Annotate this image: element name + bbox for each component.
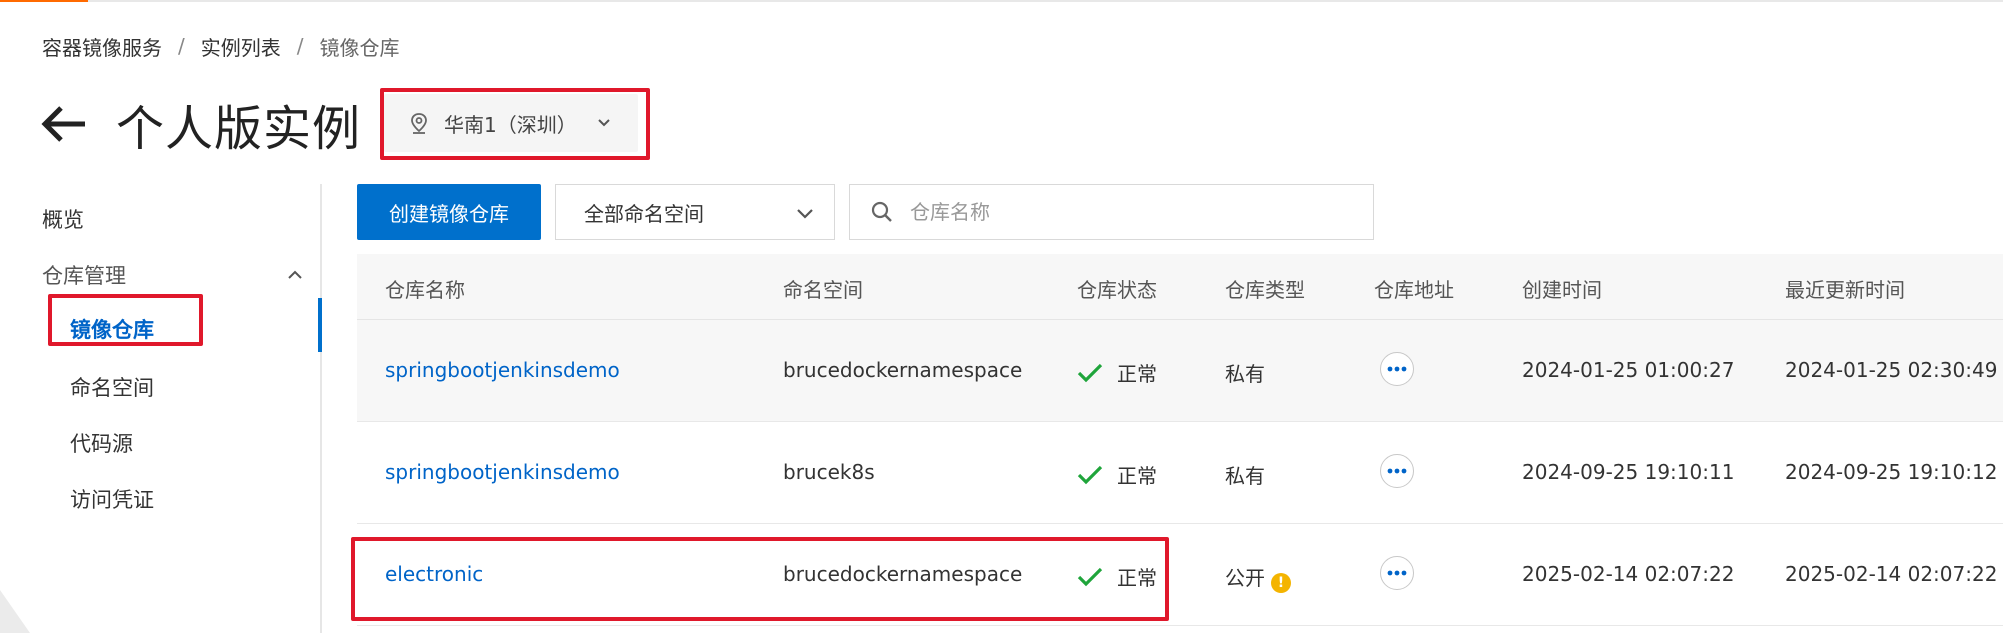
repo-status: 正常 (1077, 562, 1157, 591)
title-row: 个人版实例 (40, 88, 361, 160)
check-icon (1077, 363, 1103, 382)
sidebar-item-code-source[interactable]: 代码源 (70, 428, 133, 458)
back-arrow-icon[interactable] (40, 100, 88, 148)
sidebar-item-image-repo[interactable]: 镜像仓库 (70, 314, 154, 344)
repo-name-link[interactable]: springbootjenkinsdemo (385, 460, 620, 484)
repo-created-time: 2025-02-14 02:07:22 (1522, 562, 1735, 586)
repo-status-text: 正常 (1117, 362, 1157, 386)
repo-updated-time: 2024-01-25 02:30:49 (1785, 358, 1998, 382)
repo-search-input[interactable] (910, 200, 1350, 224)
repo-status: 正常 (1077, 358, 1157, 387)
sidebar-group-repo-management[interactable]: 仓库管理 (42, 260, 304, 290)
sidebar-item-overview[interactable]: 概览 (42, 204, 84, 234)
chevron-down-icon (598, 119, 610, 127)
ellipsis-icon (1387, 570, 1407, 576)
breadcrumb-item-instances[interactable]: 实例列表 (201, 32, 281, 61)
repo-status-text: 正常 (1117, 566, 1157, 590)
repo-address-more-button[interactable] (1380, 352, 1414, 386)
sidebar-item-access-credential[interactable]: 访问凭证 (70, 484, 154, 514)
repo-type-text: 公开 (1225, 566, 1265, 590)
table-header: 仓库名称 命名空间 仓库状态 仓库类型 仓库地址 创建时间 最近更新时间 (357, 254, 2003, 320)
region-select[interactable]: 华南1（深圳） (384, 94, 638, 152)
repo-search-box (849, 184, 1374, 240)
create-repo-button[interactable]: 创建镜像仓库 (357, 184, 541, 240)
location-pin-icon (411, 113, 427, 134)
warning-icon[interactable]: ! (1271, 573, 1291, 593)
column-header-namespace: 命名空间 (783, 278, 863, 302)
repo-namespace: brucek8s (783, 460, 875, 484)
check-icon (1077, 567, 1103, 586)
sidebar-item-namespace[interactable]: 命名空间 (70, 372, 154, 402)
breadcrumb-separator: / (178, 34, 185, 58)
repo-name-link[interactable]: springbootjenkinsdemo (385, 358, 620, 382)
namespace-filter-select[interactable]: 全部命名空间 (555, 184, 835, 240)
chevron-down-icon (797, 209, 813, 219)
chevron-up-icon (288, 270, 302, 279)
repo-address-more-button[interactable] (1380, 454, 1414, 488)
sidebar-active-indicator (318, 298, 322, 352)
repo-status: 正常 (1077, 460, 1157, 489)
search-icon (871, 201, 892, 222)
breadcrumb-item-service[interactable]: 容器镜像服务 (42, 32, 162, 61)
namespace-filter-label: 全部命名空间 (584, 201, 704, 226)
table-row: springbootjenkinsdemo brucedockernamespa… (357, 320, 2003, 422)
top-accent (0, 0, 88, 2)
repo-type: 私有 (1225, 464, 1265, 488)
repo-type: 公开! (1225, 562, 1291, 593)
check-icon (1077, 465, 1103, 484)
repo-namespace: brucedockernamespace (783, 562, 1023, 586)
breadcrumb-separator: / (296, 34, 304, 58)
decorative-corner (0, 590, 30, 633)
repo-namespace: brucedockernamespace (783, 358, 1023, 382)
sidebar-group-label: 仓库管理 (42, 264, 126, 288)
sidebar-divider (320, 184, 322, 633)
ellipsis-icon (1387, 366, 1407, 372)
breadcrumb: 容器镜像服务 / 实例列表 / 镜像仓库 (42, 32, 400, 60)
column-header-status: 仓库状态 (1077, 278, 1157, 302)
repo-updated-time: 2025-02-14 02:07:22 (1785, 562, 1998, 586)
repo-type: 私有 (1225, 362, 1265, 386)
repo-name-link[interactable]: electronic (385, 562, 483, 586)
repo-address-more-button[interactable] (1380, 556, 1414, 590)
repo-updated-time: 2024-09-25 19:10:12 (1785, 460, 1998, 484)
table-row: springbootjenkinsdemo brucek8s 正常 私有 202… (357, 422, 2003, 524)
breadcrumb-item-current: 镜像仓库 (319, 35, 400, 60)
top-border (0, 0, 2003, 2)
column-header-type: 仓库类型 (1225, 278, 1305, 302)
page-title: 个人版实例 (116, 101, 362, 157)
ellipsis-icon (1387, 468, 1407, 474)
column-header-created: 创建时间 (1522, 278, 1602, 302)
column-header-address: 仓库地址 (1374, 278, 1454, 302)
repo-created-time: 2024-01-25 01:00:27 (1522, 358, 1735, 382)
toolbar: 创建镜像仓库 (357, 184, 541, 240)
column-header-updated: 最近更新时间 (1785, 278, 1905, 302)
repo-status-text: 正常 (1117, 464, 1157, 488)
region-label: 华南1（深圳） (444, 112, 577, 137)
table-row: electronic brucedockernamespace 正常 公开! 2… (357, 524, 2003, 626)
column-header-name: 仓库名称 (385, 278, 465, 302)
repo-created-time: 2024-09-25 19:10:11 (1522, 460, 1735, 484)
